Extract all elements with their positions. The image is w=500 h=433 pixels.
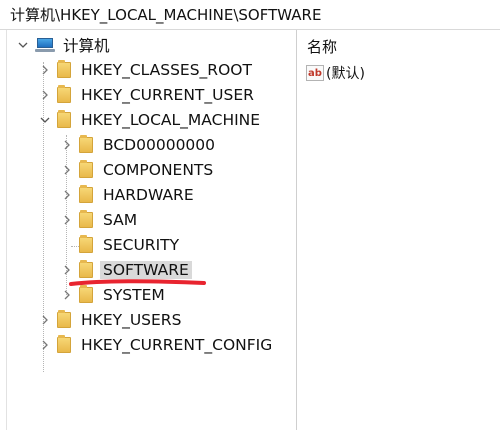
folder-icon bbox=[57, 110, 71, 128]
tree-node-security[interactable]: SECURITY bbox=[61, 234, 179, 256]
folder-icon bbox=[57, 310, 71, 328]
chevron-right-icon[interactable] bbox=[61, 209, 73, 231]
computer-icon bbox=[35, 37, 55, 53]
tree-node-hkey-current-config[interactable]: HKEY_CURRENT_CONFIG bbox=[39, 334, 272, 356]
folder-icon bbox=[57, 60, 71, 78]
folder-icon bbox=[57, 335, 71, 353]
chevron-down-icon[interactable] bbox=[17, 34, 29, 56]
tree-node-hkey-classes-root[interactable]: HKEY_CLASSES_ROOT bbox=[39, 59, 252, 81]
chevron-right-icon[interactable] bbox=[61, 184, 73, 206]
chevron-right-icon[interactable] bbox=[39, 59, 51, 81]
registry-tree[interactable]: 计算机 HKEY_CLASSES_ROOT HKEY_CURRENT_USER … bbox=[6, 30, 297, 430]
tree-node-label: HKEY_LOCAL_MACHINE bbox=[81, 111, 261, 129]
folder-icon bbox=[79, 185, 93, 203]
tree-node-computer[interactable]: 计算机 bbox=[17, 34, 110, 56]
address-bar[interactable]: 计算机\HKEY_LOCAL_MACHINE\SOFTWARE bbox=[0, 0, 500, 30]
tree-node-hkey-users[interactable]: HKEY_USERS bbox=[39, 309, 181, 331]
tree-node-components[interactable]: COMPONENTS bbox=[61, 159, 213, 181]
tree-node-hkey-current-user[interactable]: HKEY_CURRENT_USER bbox=[39, 84, 254, 106]
string-value-icon: ab bbox=[306, 65, 324, 81]
tree-node-label: COMPONENTS bbox=[103, 161, 214, 179]
tree-node-label: SECURITY bbox=[103, 236, 180, 254]
tree-node-label: HKEY_CURRENT_CONFIG bbox=[81, 336, 273, 354]
chevron-right-icon[interactable] bbox=[61, 159, 73, 181]
tree-node-label: 计算机 bbox=[63, 37, 110, 55]
folder-icon bbox=[57, 85, 71, 103]
red-underline-annotation bbox=[69, 279, 206, 286]
tree-node-label: BCD00000000 bbox=[103, 136, 216, 154]
chevron-right-icon[interactable] bbox=[39, 334, 51, 356]
value-name: (默认) bbox=[326, 66, 365, 82]
column-header-name[interactable]: 名称 bbox=[307, 36, 337, 57]
tree-node-label: HKEY_CURRENT_USER bbox=[81, 86, 254, 104]
chevron-right-icon[interactable] bbox=[39, 309, 51, 331]
folder-icon bbox=[79, 160, 93, 178]
tree-node-label: HARDWARE bbox=[103, 186, 194, 204]
chevron-right-icon[interactable] bbox=[39, 84, 51, 106]
tree-node-label: HKEY_CLASSES_ROOT bbox=[81, 61, 252, 79]
value-row-default[interactable]: ab (默认) bbox=[306, 63, 365, 83]
tree-node-hardware[interactable]: HARDWARE bbox=[61, 184, 194, 206]
folder-icon bbox=[79, 135, 93, 153]
chevron-right-icon[interactable] bbox=[61, 134, 73, 156]
tree-node-label: SAM bbox=[103, 211, 138, 229]
tree-node-bcd00000000[interactable]: BCD00000000 bbox=[61, 134, 215, 156]
tree-node-label: HKEY_USERS bbox=[81, 311, 182, 329]
tree-node-sam[interactable]: SAM bbox=[61, 209, 137, 231]
values-pane[interactable]: 名称 ab (默认) bbox=[297, 30, 500, 430]
tree-node-hkey-local-machine[interactable]: HKEY_LOCAL_MACHINE bbox=[39, 109, 260, 131]
folder-icon bbox=[79, 210, 93, 228]
chevron-down-icon[interactable] bbox=[39, 109, 51, 131]
address-path: 计算机\HKEY_LOCAL_MACHINE\SOFTWARE bbox=[10, 6, 322, 24]
folder-icon bbox=[79, 235, 93, 253]
